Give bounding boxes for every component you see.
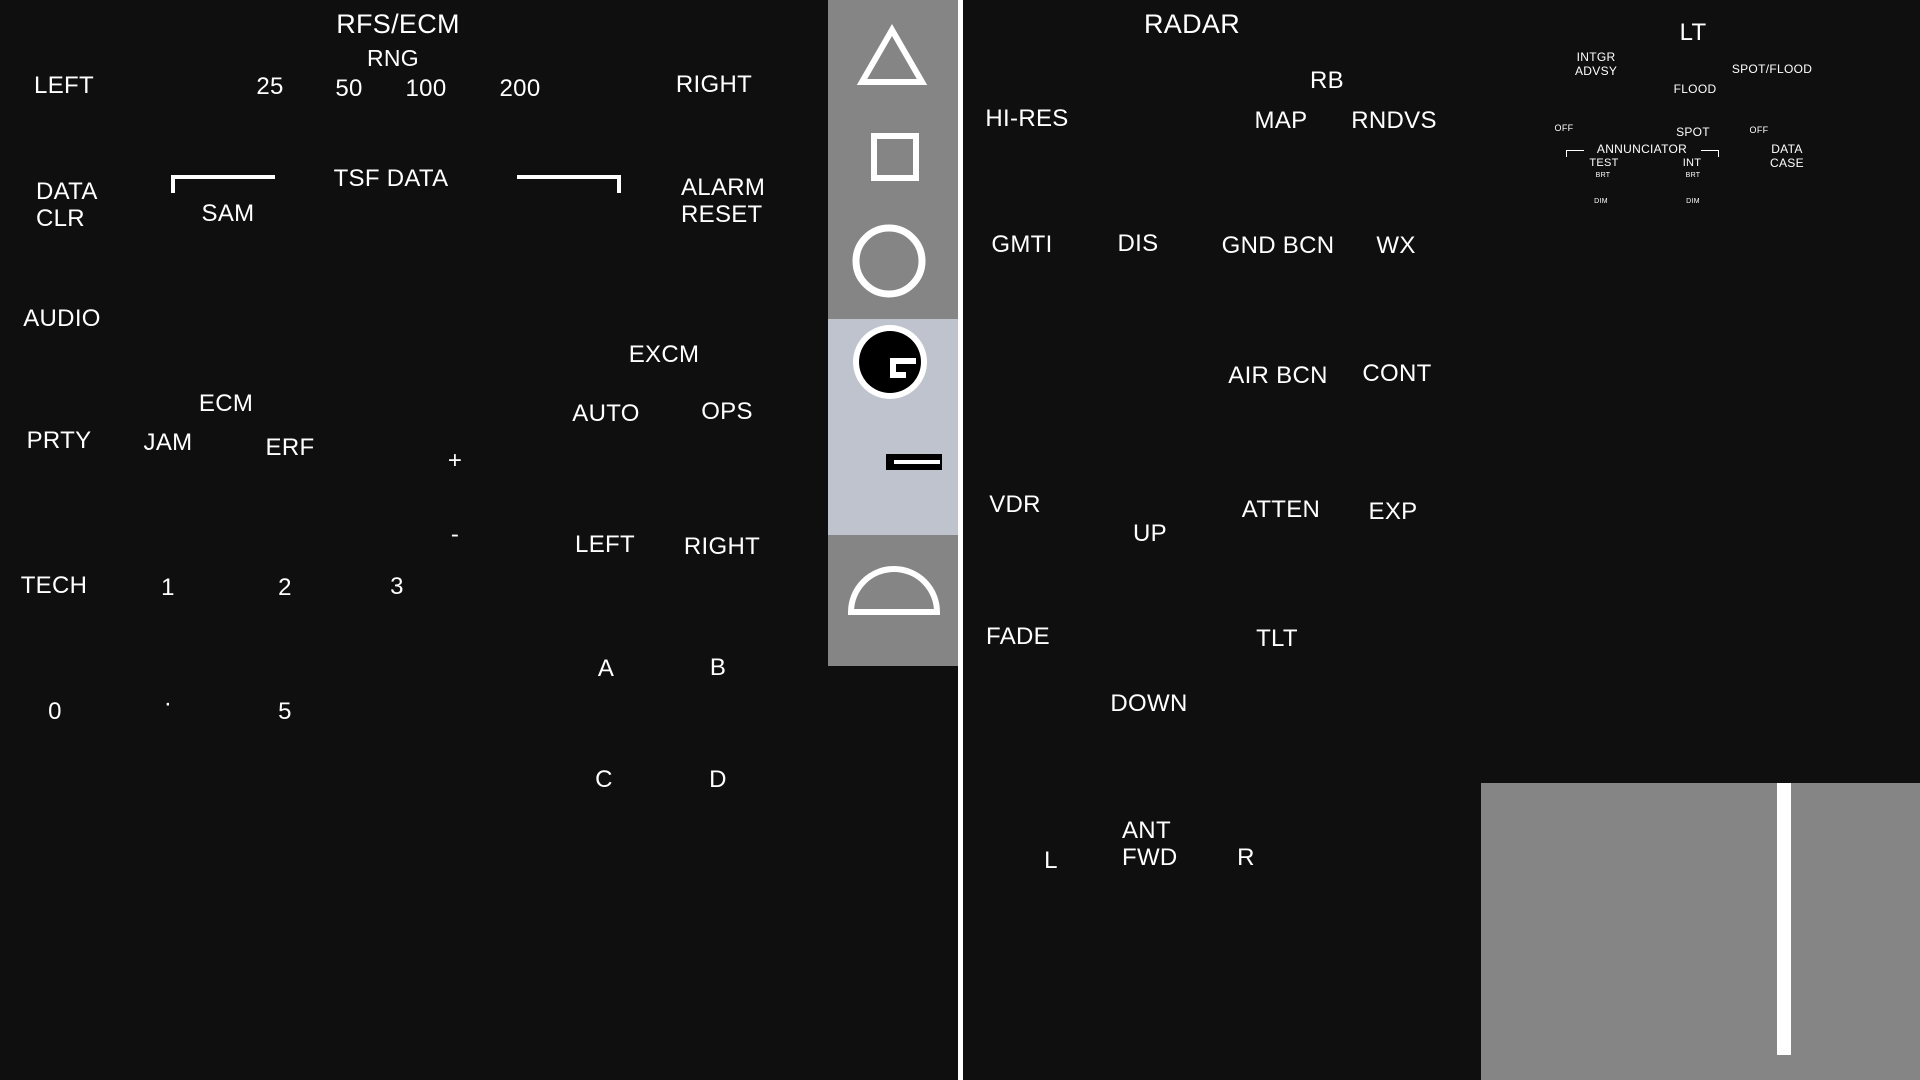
air-bcn-button[interactable]: AIR BCN xyxy=(1228,364,1327,388)
annunciator-bracket-left xyxy=(1566,150,1584,151)
annunciator-bracket-right-tick xyxy=(1718,150,1719,157)
left-button[interactable]: LEFT xyxy=(34,74,94,98)
excm-ops-button[interactable]: OPS xyxy=(701,400,753,424)
r-button[interactable]: R xyxy=(1237,846,1255,870)
radar-title: RADAR xyxy=(1143,9,1241,39)
square-icon[interactable] xyxy=(870,132,920,182)
rb-label: RB xyxy=(1310,67,1344,94)
c-button[interactable]: C xyxy=(595,768,613,792)
key-0-button[interactable]: 0 xyxy=(48,700,62,724)
annunciator-bracket-right xyxy=(1701,150,1719,151)
brt-right-label: BRT xyxy=(1685,172,1701,179)
map-button[interactable]: MAP xyxy=(1255,109,1308,133)
brt-left-label: BRT xyxy=(1595,172,1611,179)
int-knob[interactable]: INT xyxy=(1683,158,1702,169)
exp-button[interactable]: EXP xyxy=(1369,500,1418,524)
circle-icon[interactable] xyxy=(850,222,928,300)
panel-divider xyxy=(958,0,963,1080)
display-panel xyxy=(1481,783,1920,1080)
ecm-label: ECM xyxy=(198,390,254,417)
flood-knob[interactable]: FLOOD xyxy=(1674,83,1717,95)
key-5-button[interactable]: 5 xyxy=(278,700,292,724)
tsf-data-label: TSF DATA xyxy=(333,165,449,192)
range-25-button[interactable]: 25 xyxy=(256,75,283,99)
key-decimal-button[interactable]: · xyxy=(164,692,172,716)
alarm-reset-button[interactable]: ALARM RESET xyxy=(681,174,765,228)
l-button[interactable]: L xyxy=(1044,849,1058,873)
range-100-button[interactable]: 100 xyxy=(406,77,447,101)
intgr-advsy-knob[interactable]: INTGR ADVSY xyxy=(1575,50,1617,78)
spot-flood-label: SPOT/FLOOD xyxy=(1731,62,1813,76)
prty-button[interactable]: PRTY xyxy=(27,429,92,453)
excm-auto-button[interactable]: AUTO xyxy=(572,402,639,426)
vdr-button[interactable]: VDR xyxy=(989,493,1041,517)
test-knob[interactable]: TEST xyxy=(1589,158,1618,169)
dis-button[interactable]: DIS xyxy=(1118,232,1159,256)
dim-left-label: DIM xyxy=(1594,198,1608,205)
gmti-button[interactable]: GMTI xyxy=(991,233,1052,257)
off-left-label: OFF xyxy=(1554,123,1574,133)
excm-label: EXCM xyxy=(628,341,700,368)
annunciator-bracket-left-tick xyxy=(1566,150,1567,157)
range-200-button[interactable]: 200 xyxy=(500,77,541,101)
range-50-button[interactable]: 50 xyxy=(335,77,362,101)
tlt-label: TLT xyxy=(1256,625,1298,652)
rfs-ecm-title: RFS/ECM xyxy=(336,9,460,39)
rng-label: RNG xyxy=(366,45,420,71)
gnd-bcn-button[interactable]: GND BCN xyxy=(1222,234,1335,258)
tech-button[interactable]: TECH xyxy=(21,574,88,598)
atten-button[interactable]: ATTEN xyxy=(1242,498,1320,522)
up-button[interactable]: UP xyxy=(1133,522,1167,546)
excm-left-button[interactable]: LEFT xyxy=(575,533,635,557)
display-slider-bar[interactable] xyxy=(1777,783,1791,1055)
fade-button[interactable]: FADE xyxy=(986,625,1050,649)
d-button[interactable]: D xyxy=(709,768,727,792)
data-clr-button[interactable]: DATA CLR xyxy=(36,178,98,232)
half-circle-icon[interactable] xyxy=(846,562,942,618)
tsf-bracket-left xyxy=(171,175,275,193)
indicator-strip xyxy=(828,0,958,666)
spot-knob[interactable]: SPOT xyxy=(1676,126,1710,138)
excm-right-button[interactable]: RIGHT xyxy=(684,535,760,559)
wx-button[interactable]: WX xyxy=(1376,234,1415,258)
lt-title: LT xyxy=(1679,19,1707,46)
minus-button[interactable]: - xyxy=(451,523,459,547)
hi-res-button[interactable]: HI-RES xyxy=(985,107,1068,131)
plus-button[interactable]: + xyxy=(448,449,462,473)
tsf-bracket-right xyxy=(517,175,621,193)
right-button[interactable]: RIGHT xyxy=(676,73,752,97)
dash-icon[interactable] xyxy=(886,452,944,472)
sam-button[interactable]: SAM xyxy=(202,202,255,226)
b-button[interactable]: B xyxy=(710,656,726,680)
jam-button[interactable]: JAM xyxy=(144,431,193,455)
key-3-button[interactable]: 3 xyxy=(390,575,404,599)
dim-right-label: DIM xyxy=(1686,198,1700,205)
gauge-icon[interactable] xyxy=(850,322,930,402)
cont-button[interactable]: CONT xyxy=(1362,362,1431,386)
annunciator-label: ANNUNCIATOR xyxy=(1596,142,1688,156)
rndvs-button[interactable]: RNDVS xyxy=(1351,109,1437,133)
key-2-button[interactable]: 2 xyxy=(278,576,292,600)
audio-button[interactable]: AUDIO xyxy=(23,307,101,331)
down-button[interactable]: DOWN xyxy=(1110,692,1187,716)
key-1-button[interactable]: 1 xyxy=(161,576,175,600)
triangle-icon[interactable] xyxy=(856,24,928,88)
a-button[interactable]: A xyxy=(598,657,614,681)
off-right-label: OFF xyxy=(1749,125,1769,135)
ant-fwd-button[interactable]: ANT FWD xyxy=(1122,817,1178,871)
erf-button[interactable]: ERF xyxy=(266,436,315,460)
data-case-knob[interactable]: DATA CASE xyxy=(1770,142,1804,170)
